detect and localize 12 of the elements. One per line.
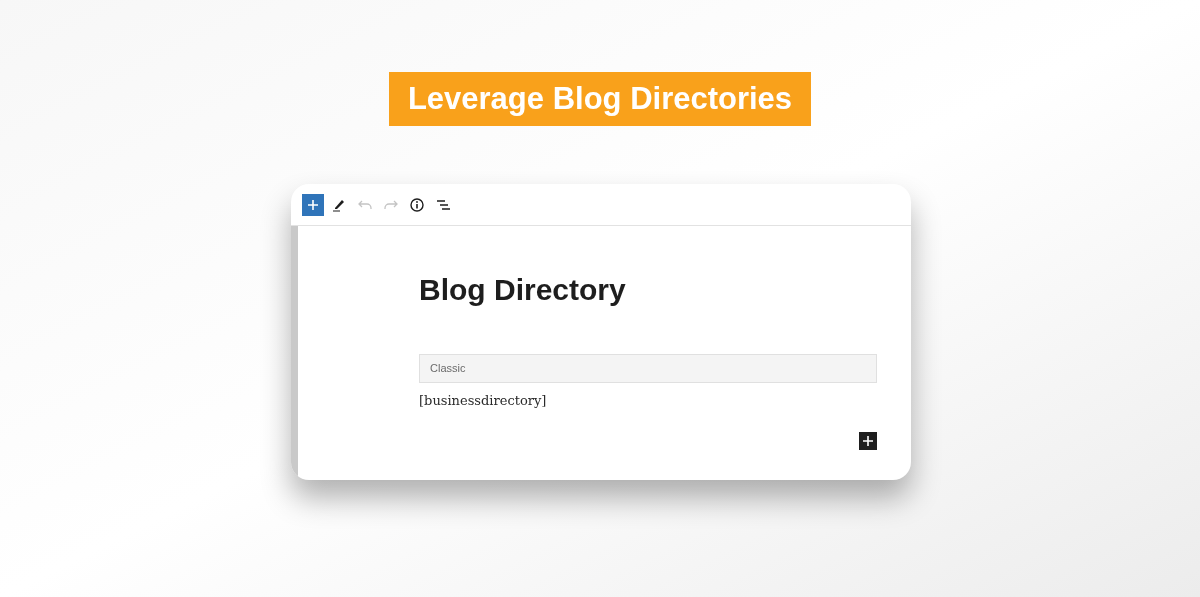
info-icon <box>410 197 424 212</box>
redo-icon <box>384 198 398 211</box>
classic-block-label: Classic <box>419 354 877 383</box>
banner-title: Leverage Blog Directories <box>388 72 812 126</box>
plus-icon <box>862 434 874 447</box>
list-icon <box>436 198 450 211</box>
post-title: Blog Directory <box>419 272 627 308</box>
add-block-button[interactable] <box>859 431 877 450</box>
undo-icon <box>358 198 372 211</box>
shortcode-text: [businessdirectory] <box>419 392 548 410</box>
plus-icon <box>307 198 319 211</box>
pencil-icon <box>332 197 346 212</box>
